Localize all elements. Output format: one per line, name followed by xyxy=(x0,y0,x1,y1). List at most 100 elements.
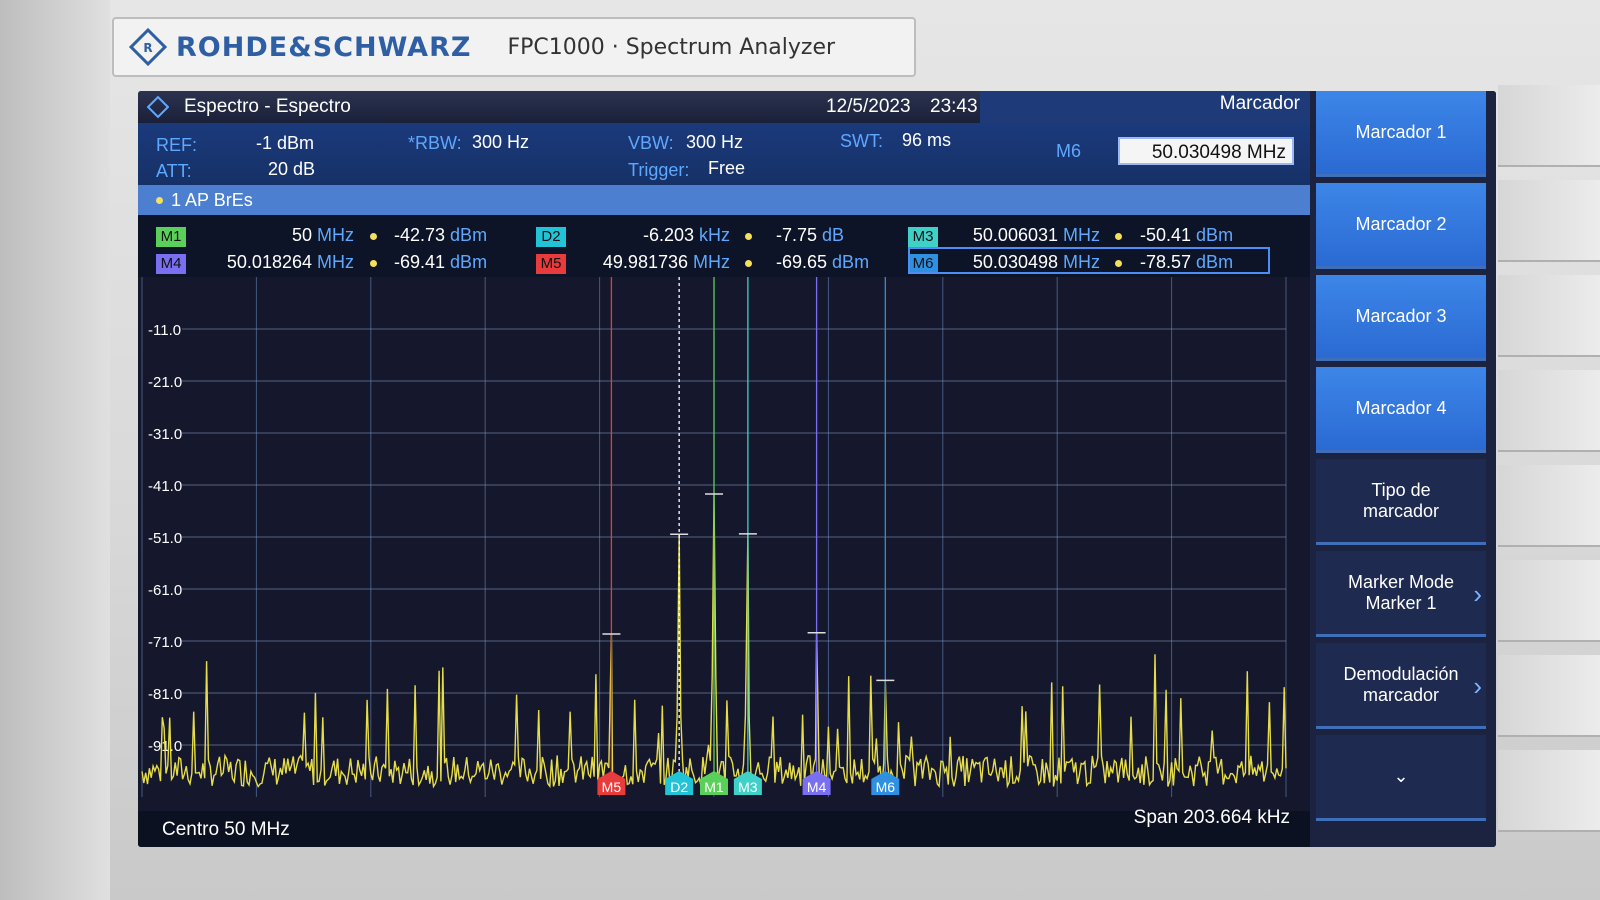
softkey-label: Marcador 2 xyxy=(1355,214,1447,234)
marker-level-unit: dBm xyxy=(445,252,488,272)
marker-level-value: -7.75 xyxy=(776,225,818,245)
marker-freq-unit: MHz xyxy=(1058,225,1100,245)
vbw-label: VBW: xyxy=(628,133,674,153)
softkey-label: Demodulación marcador xyxy=(1343,663,1459,705)
marker-level-unit: dBm xyxy=(827,252,870,272)
vbw-value[interactable]: 300 Hz xyxy=(686,132,743,153)
marker-bullet-icon xyxy=(745,260,752,267)
chevron-right-icon: › xyxy=(1473,671,1482,701)
marker-freq: 50.018264 MHz xyxy=(227,252,354,273)
marker-tag-m4[interactable]: M4 xyxy=(156,254,186,274)
hardkey-4[interactable] xyxy=(1498,370,1600,452)
marker-level-value: -69.65 xyxy=(776,252,828,272)
marker-level-unit: dBm xyxy=(445,225,488,245)
hardkey-5[interactable] xyxy=(1498,465,1600,547)
time-display: 23:43 xyxy=(930,96,978,117)
marker-tag-m5[interactable]: M5 xyxy=(536,254,566,274)
marker-flag-label: M6 xyxy=(876,779,896,795)
date-display: 12/5/2023 xyxy=(826,96,911,117)
chevron-right-icon: › xyxy=(1473,579,1482,609)
hardkey-7[interactable] xyxy=(1498,655,1600,737)
spectrum-plot[interactable]: -11.0 -21.0 -31.0 -41.0 -51.0 -61.0 -71.0 -81.0… xyxy=(138,277,1310,811)
softkey-3[interactable]: Marcador 3 xyxy=(1316,275,1486,361)
marker-tag-m3[interactable]: M3 xyxy=(908,227,938,247)
marker-flag-label: M4 xyxy=(807,779,827,795)
marker-level-value: -69.41 xyxy=(394,252,446,272)
bezel-shade xyxy=(0,0,110,900)
ref-label: REF: xyxy=(156,135,198,155)
center-frequency[interactable]: Centro 50 MHz xyxy=(162,819,290,841)
marker-bullet-icon xyxy=(745,233,752,240)
softkey-7[interactable]: Demodulación marcador › xyxy=(1316,643,1486,729)
y-tick-label: -61.0 xyxy=(148,582,182,599)
marker-flag-m5[interactable]: M5 xyxy=(597,771,626,795)
softkey-label: Tipo de marcador xyxy=(1362,479,1440,521)
marker-freq-value: 50 xyxy=(291,225,312,245)
marker-level: -42.73 dBm xyxy=(394,225,487,246)
marker-level: -7.75 dB xyxy=(776,225,844,246)
softkey-2[interactable]: Marcador 2 xyxy=(1316,183,1486,269)
marker-level: -69.65 dBm xyxy=(776,252,869,273)
marker-edit-label: M6 xyxy=(1056,141,1082,161)
analyzer-screen: Espectro - Espectro 12/5/2023 23:43 Marc… xyxy=(138,91,1496,847)
hardkey-2[interactable] xyxy=(1498,180,1600,262)
marker-freq-value: 50.006031 xyxy=(972,225,1058,245)
softkey-label: Marcador 1 xyxy=(1355,122,1447,142)
marker-tag-m1[interactable]: M1 xyxy=(156,227,186,247)
marker-frequency-input[interactable]: 50.030498 MHz xyxy=(1118,137,1294,165)
hardkey-1[interactable] xyxy=(1498,85,1600,167)
softkey-label: Marcador 3 xyxy=(1355,306,1447,326)
softkey-label: ⌄ xyxy=(1393,766,1409,786)
marker-tag-d2[interactable]: D2 xyxy=(536,227,566,247)
rbw-value[interactable]: 300 Hz xyxy=(472,132,529,153)
marker-bullet-icon xyxy=(370,233,377,240)
marker-freq-unit: kHz xyxy=(694,225,730,245)
softkey-4[interactable]: Marcador 4 xyxy=(1316,367,1486,453)
att-label: ATT: xyxy=(156,161,192,181)
span-frequency[interactable]: Span 203.664 kHz xyxy=(1134,807,1290,829)
marker-freq: 49.981736 MHz xyxy=(603,252,730,273)
marker-flag-m6[interactable]: M6 xyxy=(871,771,900,795)
spectrum-chart[interactable]: -11.0 -21.0 -31.0 -41.0 -51.0 -61.0 -71.0 -81.0… xyxy=(138,277,1310,811)
softkey-6[interactable]: Marker Mode Marker 1 › xyxy=(1316,551,1486,637)
marker-level-unit: dBm xyxy=(1191,225,1234,245)
marker-freq-value: 49.981736 xyxy=(602,252,688,272)
marker-freq-unit: MHz xyxy=(688,252,730,272)
att-value[interactable]: 20 dB xyxy=(268,159,315,180)
hardkey-3[interactable] xyxy=(1498,275,1600,357)
y-tick-label: -71.0 xyxy=(148,634,182,651)
rbw-label: *RBW: xyxy=(408,133,462,153)
swt-value[interactable]: 96 ms xyxy=(902,130,951,151)
softkey-8[interactable]: ⌄ xyxy=(1316,735,1486,821)
marker-bullet-icon xyxy=(1115,233,1122,240)
marker-flag-m3[interactable]: M3 xyxy=(733,771,762,795)
softkey-1[interactable]: Marcador 1 xyxy=(1316,91,1486,177)
softkey-5[interactable]: Tipo de marcador xyxy=(1316,459,1486,545)
marker-level: -69.41 dBm xyxy=(394,252,487,273)
hardkey-8[interactable] xyxy=(1498,750,1600,832)
trigger-value[interactable]: Free xyxy=(708,158,745,179)
trigger-label: Trigger: xyxy=(628,160,690,180)
marker-table: M1 50 MHz -42.73 dBm D2 -6.203 kHz -7.75 dB M3… xyxy=(138,215,1310,277)
y-tick-label: -41.0 xyxy=(148,478,182,495)
ref-value[interactable]: -1 dBm xyxy=(256,133,314,154)
marker-level-value: -50.41 xyxy=(1140,225,1192,245)
softkey-label: Marker Mode Marker 1 xyxy=(1347,571,1455,613)
active-marker-highlight xyxy=(908,247,1270,274)
softkey-label: Marcador 4 xyxy=(1355,398,1447,418)
marker-freq: -6.203 kHz xyxy=(643,225,730,246)
svg-text:R: R xyxy=(143,41,152,55)
y-tick-label: -21.0 xyxy=(148,374,182,391)
hardkey-6[interactable] xyxy=(1498,560,1600,642)
y-tick-label: -51.0 xyxy=(148,530,182,547)
marker-freq-unit: MHz xyxy=(312,252,354,272)
softkey-panel: Marcador 1 Marcador 2 Marcador 3 Marcador 4… xyxy=(1310,91,1496,847)
marker-flag-label: M1 xyxy=(704,779,724,795)
brand-name: ROHDE&SCHWARZ xyxy=(176,31,472,63)
trace-info-bar: 1 AP BrEs xyxy=(138,185,1310,215)
marker-freq: 50 MHz xyxy=(292,225,354,246)
brand-model: FPC1000 · Spectrum Analyzer xyxy=(507,34,836,60)
marker-freq-value: -6.203 xyxy=(642,225,694,245)
trace-dot-icon xyxy=(156,196,163,204)
y-tick-label: -11.0 xyxy=(148,322,181,339)
